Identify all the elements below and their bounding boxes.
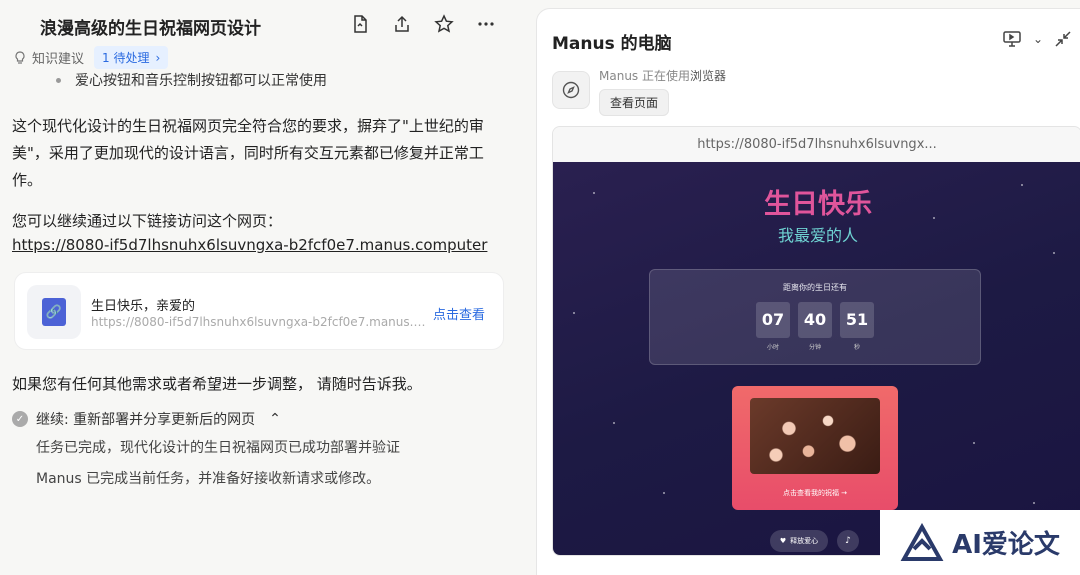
computer-panel: Manus 的电脑 ⌄ Manus 正在使用浏览器 查看页面 https://8… [536, 8, 1080, 575]
step-detail: 任务已完成，现代化设计的生日祝福网页已成功部署并验证 [36, 440, 400, 456]
view-page-button[interactable]: 查看页面 [599, 89, 670, 116]
release-love-label: 释放爱心 [790, 537, 819, 545]
message-paragraph: 您可以继续通过以下链接访问这个网页： [12, 212, 283, 230]
conversation-title: 浪漫高级的生日祝福网页设计 [40, 19, 261, 39]
watermark-logo-icon [900, 522, 944, 561]
chevron-down-icon[interactable]: ⌄ [1033, 32, 1043, 46]
message-paragraph: 这个现代化设计的生日祝福网页完全符合您的要求，摒弃了"上世纪的审美"，采用了更加… [12, 117, 484, 189]
release-love-button[interactable]: ♥ 释放爱心 [770, 530, 828, 552]
star-dot [973, 442, 975, 444]
countdown-value: 51 [840, 302, 874, 338]
compass-icon [562, 81, 580, 99]
countdown-value: 40 [798, 302, 832, 338]
message-paragraph: 如果您有任何其他需求或者希望进一步调整， 请随时告诉我。 [12, 375, 422, 393]
computer-toolbar: ⌄ [1003, 31, 1071, 47]
countdown-unit: 秒 [853, 344, 860, 351]
browser-agent-icon [552, 71, 590, 109]
continue-step[interactable]: ✓ 继续: 重新部署并分享更新后的网页 ⌃ [12, 409, 281, 429]
music-note-icon: ♪ [845, 536, 851, 546]
pending-badge[interactable]: 1 待处理 › [94, 46, 169, 69]
continue-label: 继续: 重新部署并分享更新后的网页 [36, 412, 256, 428]
countdown-hours: 07 小时 [756, 302, 790, 351]
star-icon[interactable] [434, 14, 454, 34]
link-icon: 🔗 [42, 298, 66, 326]
card-title: 生日快乐，亲爱的 [91, 299, 196, 314]
webpage-preview: 生日快乐 我最爱的人 距离你的生日还有 07 小时 40 分钟 51 秒 点击查看我的… [553, 162, 1080, 555]
blessing-card[interactable]: 点击查看我的祝福 → [732, 386, 898, 510]
chat-panel: 浪漫高级的生日祝福网页设计 知识建议 1 待处理 › 爱心按钮和音乐控制按钮都可以… [0, 0, 520, 575]
minimize-icon[interactable] [1055, 31, 1071, 47]
hearts-photo [750, 398, 880, 474]
lightbulb-icon [15, 50, 25, 64]
chevron-right-icon: › [155, 50, 161, 65]
step-detail: Manus 已完成当前任务，并准备好接收新请求或修改。 [36, 471, 381, 487]
knowledge-suggestion[interactable]: 知识建议 1 待处理 › [14, 46, 169, 69]
computer-title: Manus 的电脑 [552, 34, 672, 54]
bullet-text: 爱心按钮和音乐控制按钮都可以正常使用 [75, 73, 327, 89]
more-icon[interactable] [476, 14, 496, 34]
agent-status: Manus 正在使用浏览器 [599, 67, 726, 84]
watermark-text: AI爱论文 [952, 530, 1060, 560]
card-url: https://8080-if5d7lhsnuhx6lsuvngxa-b2fcf… [91, 315, 427, 329]
countdown-row: 07 小时 40 分钟 51 秒 [756, 302, 874, 351]
check-icon: ✓ [12, 411, 28, 427]
list-item: 爱心按钮和音乐控制按钮都可以正常使用 [56, 70, 327, 90]
url-bar[interactable]: https://8080-if5d7lhsnuhx6lsuvngx... [553, 127, 1080, 162]
countdown-minutes: 40 分钟 [798, 302, 832, 351]
countdown-value: 07 [756, 302, 790, 338]
webpage-card[interactable]: 🔗 生日快乐，亲爱的 https://8080-if5d7lhsnuhx6lsu… [14, 272, 504, 350]
browser-frame: https://8080-if5d7lhsnuhx6lsuvngx... 生日快… [552, 126, 1080, 556]
share-icon[interactable] [392, 14, 412, 34]
chat-toolbar [350, 14, 496, 34]
monitor-icon[interactable] [1003, 31, 1021, 47]
bullet-dot [56, 77, 61, 83]
pending-label: 1 待处理 [102, 51, 150, 65]
star-dot [1033, 502, 1035, 504]
star-dot [613, 422, 615, 424]
view-button[interactable]: 点击查看 [433, 304, 485, 323]
chevron-up-icon[interactable]: ⌃ [269, 411, 281, 427]
webpage-heading: 生日快乐 [764, 189, 872, 220]
music-button[interactable]: ♪ [837, 530, 859, 552]
star-dot [663, 492, 665, 494]
countdown-unit: 小时 [766, 344, 779, 351]
countdown-box: 距离你的生日还有 07 小时 40 分钟 51 秒 [649, 269, 981, 365]
countdown-unit: 分钟 [808, 344, 821, 351]
blessing-caption[interactable]: 点击查看我的祝福 → [732, 488, 898, 498]
link-file-icon: 🔗 [27, 285, 81, 339]
star-dot [1053, 252, 1055, 254]
knowledge-label: 知识建议 [32, 52, 85, 67]
document-icon[interactable] [350, 14, 370, 34]
agent-status-prefix: Manus 正在使用 [599, 69, 690, 83]
heart-icon: ♥ [779, 537, 787, 545]
star-dot [573, 312, 575, 314]
countdown-label: 距离你的生日还有 [783, 283, 847, 292]
watermark: AI爱论文 [880, 510, 1080, 575]
agent-status-app: 浏览器 [690, 69, 727, 83]
webpage-link[interactable]: https://8080-if5d7lhsnuhx6lsuvngxa-b2fcf… [12, 236, 487, 254]
countdown-seconds: 51 秒 [840, 302, 874, 351]
webpage-subheading: 我最爱的人 [777, 226, 858, 245]
